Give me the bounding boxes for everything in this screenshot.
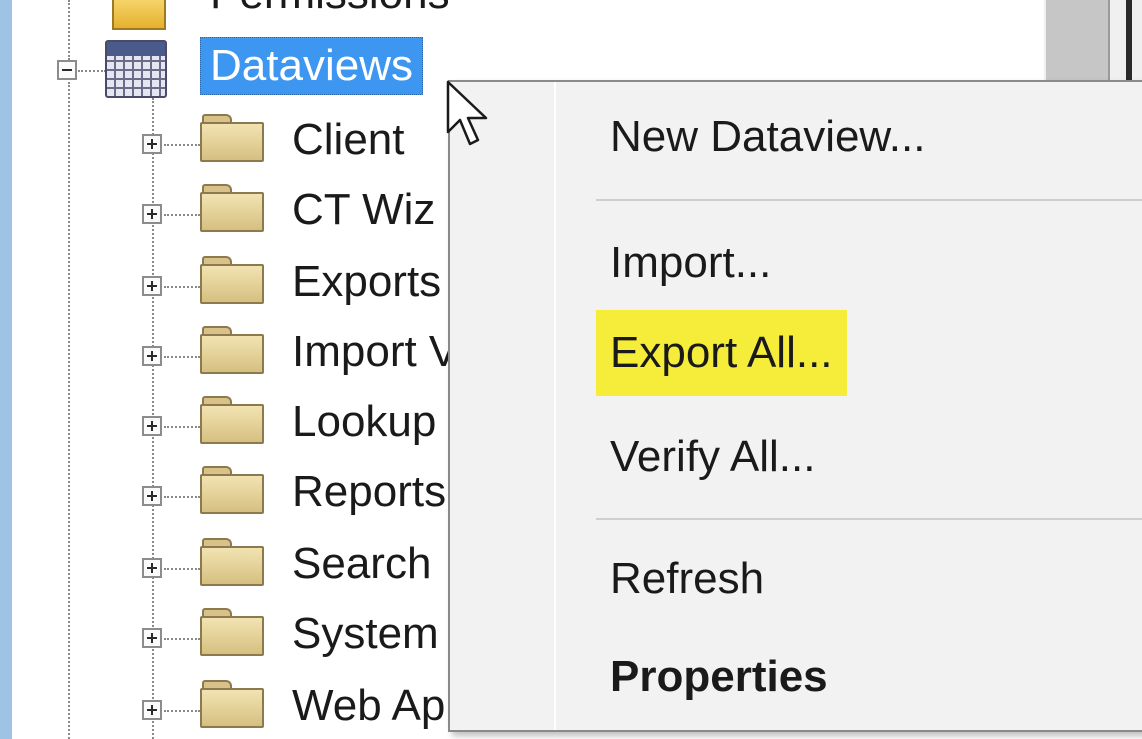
plus-icon[interactable] [142,346,162,366]
tree-line [164,356,200,358]
tree-line [164,214,200,216]
tree-item-permissions[interactable]: Permissions [210,0,450,22]
folder-icon [200,254,264,304]
permissions-icon [112,0,166,30]
plus-icon[interactable] [142,276,162,296]
plus-icon[interactable] [142,416,162,436]
folder-icon [200,464,264,514]
menu-item-properties[interactable]: Properties [596,634,842,720]
tree-item-client[interactable]: Client [292,112,405,168]
tree-line [164,710,200,712]
tree-line [164,426,200,428]
folder-icon [200,606,264,656]
plus-icon[interactable] [142,134,162,154]
context-menu: New Dataview... Import... Export All... … [448,80,1142,732]
menu-icon-gutter [450,82,556,730]
tree-item-import[interactable]: Import V [292,324,458,380]
tree-line [164,286,200,288]
tree-line [164,568,200,570]
menu-item-export-all[interactable]: Export All... [596,310,847,396]
folder-icon [200,112,264,162]
tree-line [164,496,200,498]
menu-item-verify-all[interactable]: Verify All... [596,414,829,500]
tree-item-ct-wizard[interactable]: CT Wiz [292,182,435,238]
mouse-pointer-icon [446,80,488,146]
tree-item-web-app[interactable]: Web Ap [292,678,445,734]
plus-icon[interactable] [142,486,162,506]
tree-item-system[interactable]: System [292,606,439,662]
dataview-grid-icon [105,40,167,98]
tree-item-lookup[interactable]: Lookup [292,394,436,450]
menu-item-import[interactable]: Import... [596,220,785,306]
folder-icon [200,678,264,728]
plus-icon[interactable] [142,628,162,648]
menu-item-new-dataview[interactable]: New Dataview... [596,94,939,180]
plus-icon[interactable] [142,558,162,578]
tree-item-exports[interactable]: Exports [292,254,441,310]
folder-icon [200,394,264,444]
tree-item-reports[interactable]: Reports [292,464,446,520]
tree-line [78,70,106,72]
minus-icon[interactable] [57,60,77,80]
tree-item-search[interactable]: Search [292,536,431,592]
menu-separator [596,199,1142,201]
tree-line [164,638,200,640]
tree-line [68,0,70,60]
tree-line [164,144,200,146]
menu-separator [596,518,1142,520]
tree-line [68,82,70,739]
tree-item-dataviews[interactable]: Dataviews [200,37,423,95]
folder-icon [200,324,264,374]
plus-icon[interactable] [142,700,162,720]
folder-icon [200,536,264,586]
plus-icon[interactable] [142,204,162,224]
folder-icon [200,182,264,232]
menu-item-refresh[interactable]: Refresh [596,536,778,622]
